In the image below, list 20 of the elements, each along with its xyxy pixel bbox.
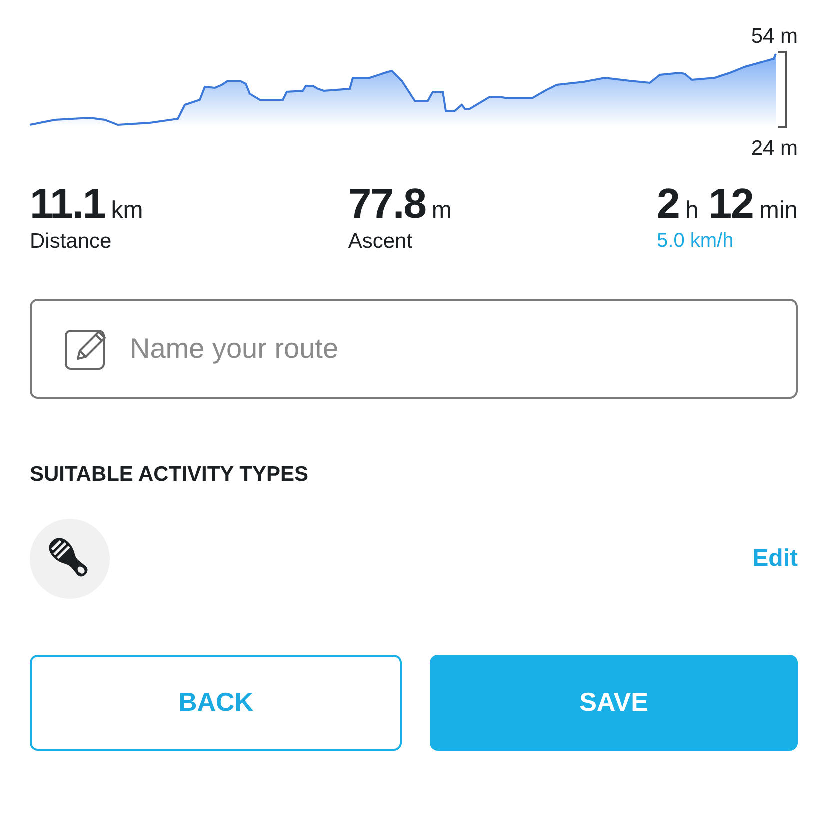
route-name-field[interactable]: Name your route — [30, 299, 798, 399]
speed-text: 5.0 km/h — [657, 229, 734, 253]
stat-value: 77.8 — [348, 181, 426, 227]
section-title: SUITABLE ACTIVITY TYPES — [30, 463, 308, 486]
stat-label: Ascent — [348, 229, 413, 255]
pencil-icon — [64, 327, 108, 371]
route-name-input[interactable]: Name your route — [130, 328, 764, 370]
back-button[interactable]: BACK — [30, 654, 402, 750]
stat-value: 12 — [708, 181, 754, 227]
stat-unit: min — [759, 196, 798, 226]
save-button[interactable]: SAVE — [430, 654, 798, 750]
stat-unit: m — [432, 196, 452, 226]
stat-value: 11.1 — [30, 181, 106, 227]
stat-value: 2 — [657, 181, 680, 227]
stat-unit: h — [685, 196, 699, 226]
stat-unit: km — [111, 196, 144, 226]
max-elevation-label: 54 m — [751, 25, 798, 49]
stat-label: Distance — [30, 229, 112, 255]
edit-link[interactable]: Edit — [752, 540, 798, 576]
min-elevation-label: 24 m — [751, 137, 798, 161]
